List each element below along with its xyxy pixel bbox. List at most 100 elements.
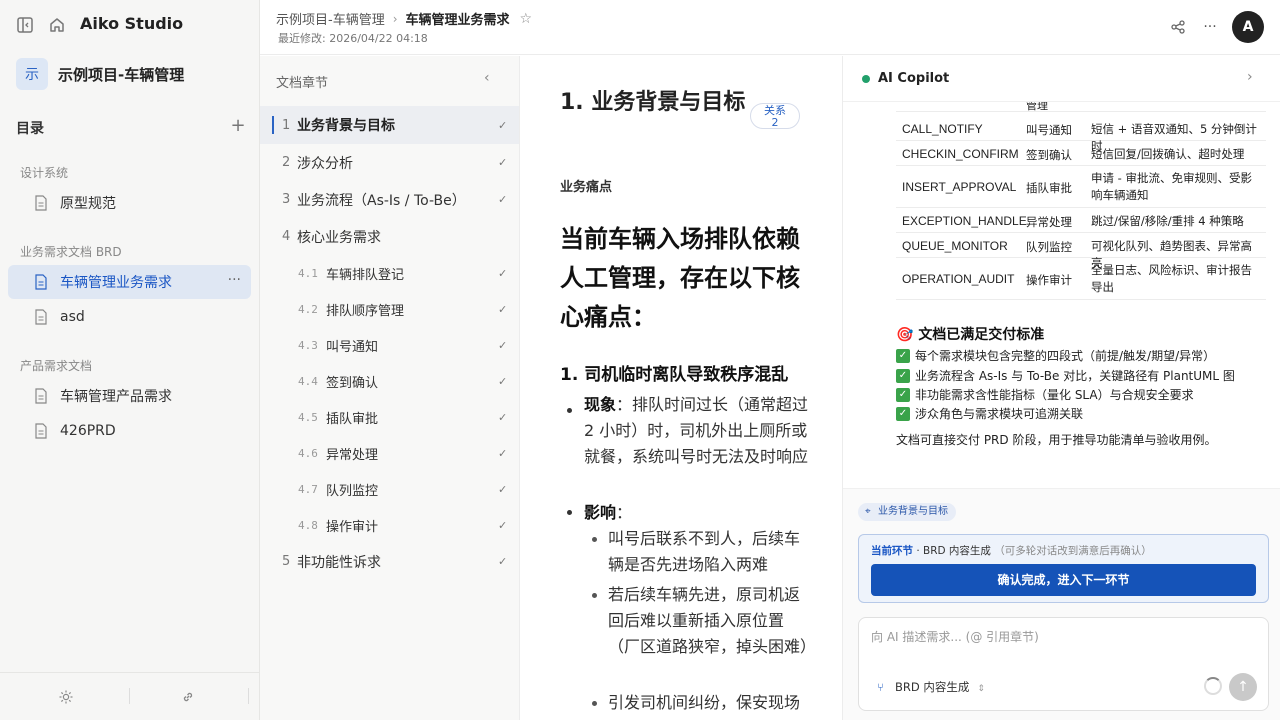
chapter-number: 4.6 — [298, 446, 318, 460]
branch-icon: ⑂ — [877, 680, 884, 694]
sidebar-item-prototype-spec[interactable]: 原型规范 — [8, 186, 251, 220]
table-cell: OPERATION_AUDIT — [902, 272, 1015, 286]
ai-prompt-input[interactable] — [871, 628, 1256, 658]
chapter-item[interactable]: 4 核心业务需求 — [260, 218, 519, 255]
chapter-label: 业务背景与目标 — [297, 118, 395, 134]
toggle-sidebar-icon[interactable] — [14, 14, 36, 36]
chapter-label: 叫号通知 — [326, 339, 379, 355]
table-cell: CALL_NOTIFY — [902, 122, 983, 136]
table-cell: 插队审批 — [1026, 181, 1072, 195]
chapter-item[interactable]: 4.8 操作审计 ✓ — [260, 507, 519, 543]
chapter-label: 排队顺序管理 — [326, 303, 405, 319]
project-switcher[interactable]: 示 示例项目-车辆管理 — [16, 58, 248, 90]
status-dot-icon — [862, 75, 870, 83]
avatar[interactable]: A — [1232, 11, 1264, 43]
table-row: CHECKIN_CONFIRM 签到确认 短信回复/回拨确认、超时处理 — [896, 141, 1266, 166]
chapter-item[interactable]: 2 涉众分析 ✓ — [260, 144, 519, 181]
more-options-icon[interactable]: ··· — [1201, 18, 1219, 36]
check-icon: ✓ — [498, 518, 508, 532]
breadcrumb-project[interactable]: 示例项目-车辆管理 — [276, 9, 385, 28]
chapter-item[interactable]: 4.6 异常处理 ✓ — [260, 435, 519, 471]
chapter-item[interactable]: 1 业务背景与目标 ✓ — [260, 106, 519, 144]
table-cell: 申请 - 审批流、免审规则、受影响车辆通知 — [1091, 171, 1252, 202]
chapter-number: 3 — [282, 192, 291, 207]
sidebar-item-426prd[interactable]: 426PRD — [8, 414, 251, 448]
checkbox-checked-icon: ✓ — [896, 406, 910, 421]
phenomenon-text: ：排队时间过长（通常超过 2 小时）时，司机外出上厕所或就餐，系统叫号时无法及时… — [584, 395, 809, 466]
share-icon[interactable] — [1169, 18, 1187, 36]
chapter-number: 4.5 — [298, 410, 318, 424]
document-icon — [34, 274, 48, 294]
chevron-right-icon[interactable]: › — [1247, 69, 1253, 85]
link-icon[interactable] — [179, 688, 197, 706]
checklist-text: 非功能需求含性能指标（量化 SLA）与合规安全要求 — [915, 388, 1194, 402]
send-button[interactable]: ↑ — [1229, 673, 1257, 701]
chapter-label: 操作审计 — [326, 519, 379, 535]
chapter-item[interactable]: 4.5 插队审批 ✓ — [260, 399, 519, 435]
home-icon[interactable] — [46, 14, 68, 36]
checklist-text: 业务流程含 As-Is 与 To-Be 对比，关键路径有 PlantUML 图 — [915, 369, 1235, 383]
theme-toggle-icon[interactable] — [57, 688, 75, 706]
stage-card: 当前环节 · BRD 内容生成 （可多轮对话改到满意后再确认） 确认完成，进入下… — [858, 534, 1269, 603]
deliverable-note: 文档可直接交付 PRD 阶段，用于推导功能清单与验收用例。 — [896, 433, 1217, 447]
confirm-next-stage-button[interactable]: 确认完成，进入下一环节 — [871, 564, 1256, 596]
chapter-item[interactable]: 4.1 车辆排队登记 ✓ — [260, 255, 519, 291]
impact-item: 引发司机间纠纷，保安现场 — [608, 693, 801, 712]
project-name: 示例项目-车辆管理 — [58, 65, 185, 84]
phenomenon-label: 现象 — [584, 395, 617, 414]
chapter-item[interactable]: 3 业务流程（As-Is / To-Be） ✓ — [260, 181, 519, 218]
phenomenon-paragraph: 现象：排队时间过长（通常超过 2 小时）时，司机外出上厕所或就餐，系统叫号时无法… — [584, 392, 809, 470]
bullet — [567, 408, 572, 413]
chapter-item[interactable]: 4.2 排队顺序管理 ✓ — [260, 291, 519, 327]
star-icon[interactable]: ☆ — [520, 11, 533, 27]
chapter-number: 2 — [282, 155, 291, 170]
deliverable-heading: 🎯 文档已满足交付标准 — [896, 324, 1044, 344]
collapse-panel-icon[interactable]: ‹ — [484, 70, 490, 86]
group-label-design: 设计系统 — [20, 166, 69, 180]
chapter-item[interactable]: 4.7 队列监控 ✓ — [260, 471, 519, 507]
target-icon: 🎯 — [896, 327, 914, 343]
chapter-item[interactable]: 4.4 签到确认 ✓ — [260, 363, 519, 399]
table-cell: INSERT_APPROVAL — [902, 180, 1017, 194]
checklist-item: ✓ 非功能需求含性能指标（量化 SLA）与合规安全要求 — [896, 386, 1194, 403]
sidebar-item-vehicle-prd[interactable]: 车辆管理产品需求 — [8, 379, 251, 413]
chapter-item[interactable]: 5 非功能性诉求 ✓ — [260, 543, 519, 580]
project-badge: 示 — [16, 58, 48, 90]
table-cell: QUEUE_MONITOR — [902, 239, 1008, 253]
mode-selector[interactable]: ⑂ BRD 内容生成 ⇕ — [873, 676, 991, 698]
check-icon: ✓ — [498, 482, 508, 496]
chapter-label: 核心业务需求 — [297, 229, 381, 246]
sidebar-footer — [0, 672, 260, 720]
check-icon: ✓ — [498, 156, 508, 169]
chapter-label: 车辆排队登记 — [326, 267, 405, 283]
table-cell: 队列监控 — [1026, 240, 1072, 254]
document-content[interactable]: 1. 业务背景与目标 关系 2 业务痛点 当前车辆入场排队依赖人工管理，存在以下… — [520, 56, 842, 720]
checkbox-checked-icon: ✓ — [896, 348, 910, 363]
check-icon: ✓ — [498, 410, 508, 424]
copilot-title: AI Copilot — [878, 71, 950, 86]
sidebar-item-asd[interactable]: asd — [8, 300, 251, 334]
sidebar-item-label: 车辆管理业务需求 — [60, 275, 172, 291]
divider — [129, 688, 130, 704]
more-options-icon[interactable]: ··· — [228, 272, 241, 288]
table-cell: 操作审计 — [1026, 273, 1072, 287]
table-cell: 短信回复/回拨确认、超时处理 — [1091, 147, 1245, 161]
context-chip-label: 业务背景与目标 — [878, 506, 948, 517]
relations-badge[interactable]: 关系 2 — [750, 103, 800, 129]
stage-hint: （可多轮对话改到满意后再确认） — [994, 545, 1152, 557]
app-name: Aiko Studio — [80, 14, 184, 33]
sidebar-item-vehicle-brd[interactable]: 车辆管理业务需求 ··· — [8, 265, 251, 299]
check-icon: ✓ — [498, 118, 508, 132]
chapter-label: 签到确认 — [326, 375, 379, 391]
section-label: 业务痛点 — [560, 180, 613, 195]
check-icon: ✓ — [498, 302, 508, 316]
add-document-button[interactable]: + — [228, 117, 248, 137]
breadcrumb: 示例项目-车辆管理 › 车辆管理业务需求 ☆ — [276, 9, 533, 29]
chapter-label: 异常处理 — [326, 447, 379, 463]
chapter-item[interactable]: 4.3 叫号通知 ✓ — [260, 327, 519, 363]
chapter-label: 非功能性诉求 — [297, 554, 381, 571]
table-row: INSERT_APPROVAL 插队审批 申请 - 审批流、免审规则、受影响车辆… — [896, 166, 1266, 208]
table-cell: CHECKIN_CONFIRM — [902, 147, 1019, 161]
chapter-number: 4.4 — [298, 374, 318, 388]
context-chip[interactable]: ⌖ 业务背景与目标 — [858, 503, 956, 521]
